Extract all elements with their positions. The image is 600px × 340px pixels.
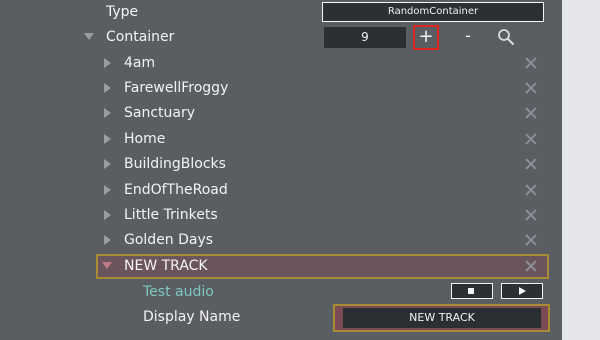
delete-track-icon[interactable] bbox=[525, 107, 537, 119]
track-expand-arrow-icon[interactable] bbox=[104, 134, 111, 144]
track-expand-arrow-icon[interactable] bbox=[104, 210, 111, 220]
track-expand-arrow-icon[interactable] bbox=[104, 159, 111, 169]
play-icon bbox=[519, 287, 526, 295]
remove-track-button[interactable]: - bbox=[458, 27, 478, 47]
test-audio-label: Test audio bbox=[143, 284, 214, 300]
container-label: Container bbox=[106, 29, 175, 45]
type-label: Type bbox=[106, 4, 139, 20]
track-name[interactable]: Home bbox=[124, 130, 165, 148]
delete-track-icon[interactable] bbox=[525, 260, 537, 272]
delete-track-icon[interactable] bbox=[525, 184, 537, 196]
delete-track-icon[interactable] bbox=[525, 234, 537, 246]
track-expand-arrow-icon[interactable] bbox=[104, 58, 111, 68]
delete-track-icon[interactable] bbox=[525, 158, 537, 170]
search-icon[interactable] bbox=[497, 28, 515, 46]
stop-button[interactable] bbox=[451, 283, 493, 299]
delete-track-icon[interactable] bbox=[525, 57, 537, 69]
test-audio-controls bbox=[451, 283, 543, 300]
track-name[interactable]: Golden Days bbox=[124, 231, 213, 249]
track-expand-arrow-icon[interactable] bbox=[104, 83, 111, 93]
container-count-field[interactable]: 9 bbox=[324, 27, 406, 48]
add-track-button[interactable]: + bbox=[413, 25, 439, 50]
track-name[interactable]: Little Trinkets bbox=[124, 206, 218, 224]
selected-track-name[interactable]: NEW TRACK bbox=[124, 257, 208, 275]
display-name-highlight bbox=[333, 304, 550, 332]
track-name[interactable]: FarewellFroggy bbox=[124, 79, 228, 97]
delete-track-icon[interactable] bbox=[525, 82, 537, 94]
track-name[interactable]: Sanctuary bbox=[124, 104, 195, 122]
delete-track-icon[interactable] bbox=[525, 209, 537, 221]
track-name[interactable]: 4am bbox=[124, 54, 155, 72]
type-select[interactable]: RandomContainer bbox=[322, 2, 544, 22]
display-name-label: Display Name bbox=[143, 309, 241, 325]
selected-track-collapse-arrow-icon[interactable] bbox=[102, 262, 112, 269]
track-name[interactable]: EndOfTheRoad bbox=[124, 181, 228, 199]
track-expand-arrow-icon[interactable] bbox=[104, 235, 111, 245]
track-expand-arrow-icon[interactable] bbox=[104, 185, 111, 195]
track-expand-arrow-icon[interactable] bbox=[104, 108, 111, 118]
play-button[interactable] bbox=[501, 283, 543, 299]
container-expand-arrow-icon[interactable] bbox=[84, 33, 94, 40]
stop-icon bbox=[468, 288, 474, 294]
right-side-panel bbox=[562, 0, 600, 340]
delete-track-icon[interactable] bbox=[525, 133, 537, 145]
display-name-input[interactable] bbox=[343, 308, 541, 328]
track-name[interactable]: BuildingBlocks bbox=[124, 155, 226, 173]
